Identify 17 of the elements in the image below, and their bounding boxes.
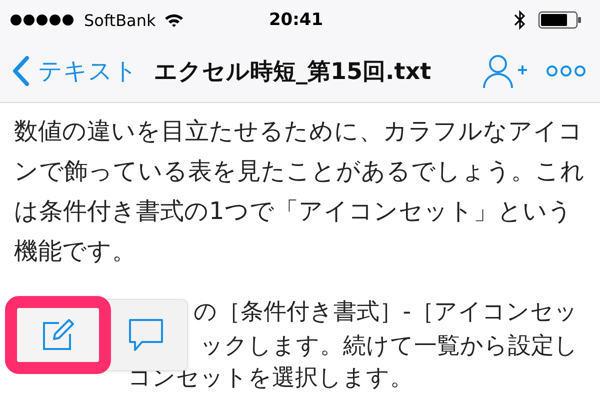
signal-icon [10, 14, 76, 26]
wifi-icon [164, 12, 184, 28]
body-paragraph: 数値の違いを目立たせるために、カラフルなアイコンで飾っている表を見たことがあるでしょう。これは条件付き書式の1つで「アイコンセット」という機能です。 [14, 116, 586, 267]
bluetooth-icon [514, 10, 526, 30]
edit-icon [41, 318, 75, 352]
speech-bubble-icon [127, 318, 165, 352]
carrier-name: SoftBank [84, 10, 156, 30]
battery-icon [538, 11, 582, 29]
add-person-icon[interactable] [482, 53, 528, 89]
more-icon[interactable] [546, 65, 586, 77]
text-line: の［条件付き書式］-［アイコンセッ [194, 298, 578, 327]
text-line: ックします。続けて一覧から設定し [200, 332, 578, 361]
back-chevron-icon [12, 56, 30, 86]
edit-button[interactable] [17, 308, 99, 362]
status-time: 20:41 [268, 10, 324, 30]
back-button[interactable]: テキスト [12, 55, 138, 87]
document-title: エクセル時短_第15回.txt [154, 58, 432, 86]
